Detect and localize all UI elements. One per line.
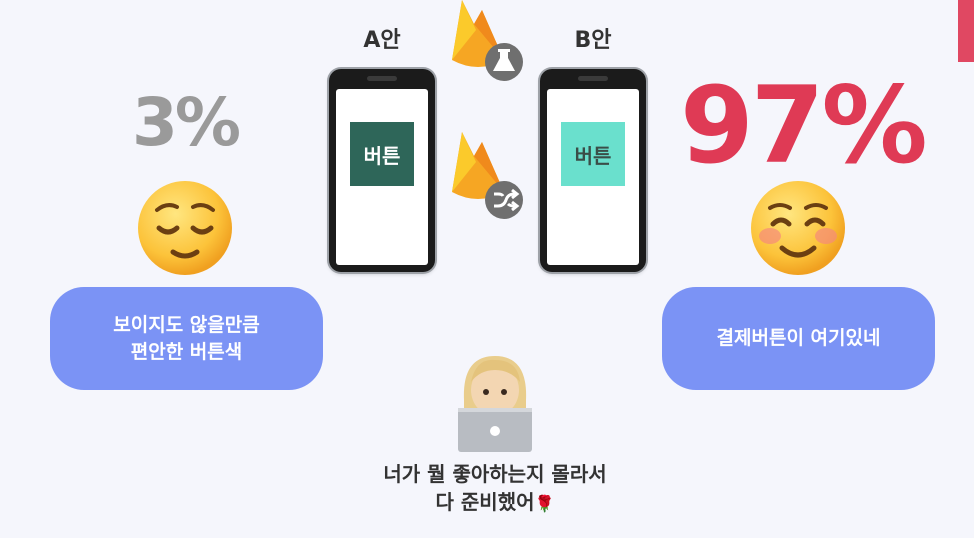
- phone-notch: [578, 76, 608, 81]
- version-a-comment-bubble: 보이지도 않을만큼 편안한 버튼색: [50, 287, 323, 390]
- version-a-label: A안: [363, 28, 401, 53]
- phone-screen: 버튼: [336, 89, 428, 265]
- caption: 너가 뭘 좋아하는지 몰라서 다 준비했어🌹: [330, 460, 660, 518]
- version-a-comment-line: 보이지도 않을만큼: [113, 313, 260, 336]
- firebase-remote-config-icon: [452, 132, 523, 219]
- version-a-comment-line: 편안한 버튼색: [130, 340, 243, 363]
- version-b-comment-bubble: 결제버튼이 여기있네: [662, 287, 935, 390]
- corner-accent-tag: [958, 0, 974, 62]
- caption-line: 다 준비했어🌹: [330, 488, 660, 518]
- version-a-percent: 3%: [131, 84, 241, 161]
- phone-screen: 버튼: [547, 89, 639, 265]
- version-b-comment-line: 결제버튼이 여기있네: [716, 327, 881, 349]
- version-b-percent: 97%: [680, 64, 928, 187]
- caption-text: 다 준비했어: [435, 490, 535, 514]
- firebase-ab-testing-icon: [452, 0, 523, 81]
- developer-laptop-icon: [458, 356, 532, 452]
- version-b-cta-button[interactable]: 버튼: [561, 122, 625, 186]
- phone-version-b: 버튼: [540, 69, 646, 272]
- relieved-face-icon: [138, 181, 232, 275]
- version-b-label: B안: [574, 28, 612, 53]
- smiling-face-icon: [751, 181, 845, 275]
- caption-line: 너가 뭘 좋아하는지 몰라서: [383, 462, 607, 486]
- rose-icon: 🌹: [534, 494, 555, 513]
- phone-version-a: 버튼: [329, 69, 435, 272]
- phone-notch: [367, 76, 397, 81]
- version-a-cta-button[interactable]: 버튼: [350, 122, 414, 186]
